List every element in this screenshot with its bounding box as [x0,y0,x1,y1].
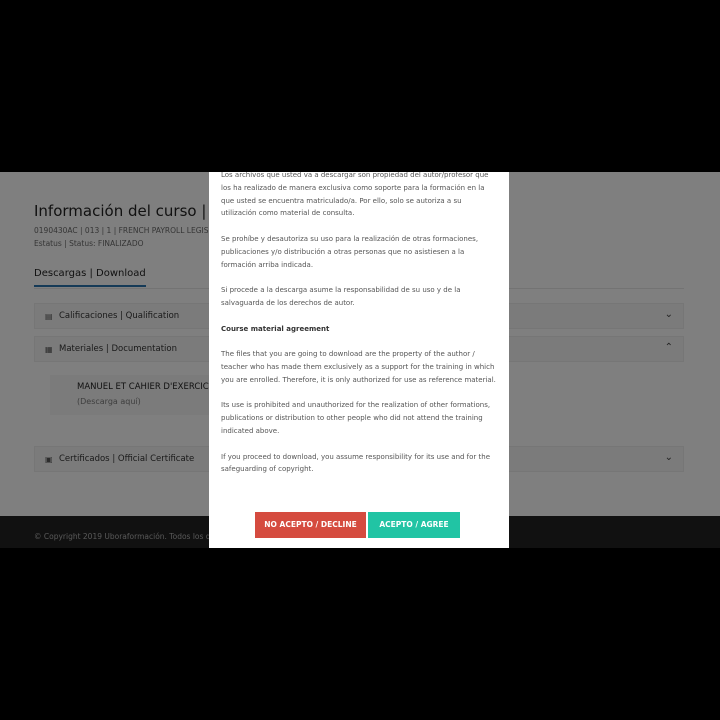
agreement-es-paragraph-1: Los archivos que usted va a descargar so… [221,172,489,218]
course-material-agreement-modal: Los archivos que usted va a descargar so… [209,172,509,548]
agreement-en-paragraph-3: If you proceed to download, you assume r… [221,452,491,474]
modal-body: Los archivos que usted va a descargar so… [221,172,499,489]
agreement-es-paragraph-3: Si procede a la descarga asume la respon… [221,286,461,307]
agreement-en-paragraph-2: Its use is prohibited and unauthorized f… [221,401,491,435]
decline-button[interactable]: NO ACEPTO / DECLINE [255,512,366,538]
agreement-es-paragraph-2: Se prohíbe y desautoriza su uso para la … [221,234,479,269]
agreement-en-paragraph-1: The files that you are going to download… [221,350,496,384]
agree-button[interactable]: ACEPTO / AGREE [368,512,460,538]
agreement-heading: Course material agreement [221,324,330,333]
